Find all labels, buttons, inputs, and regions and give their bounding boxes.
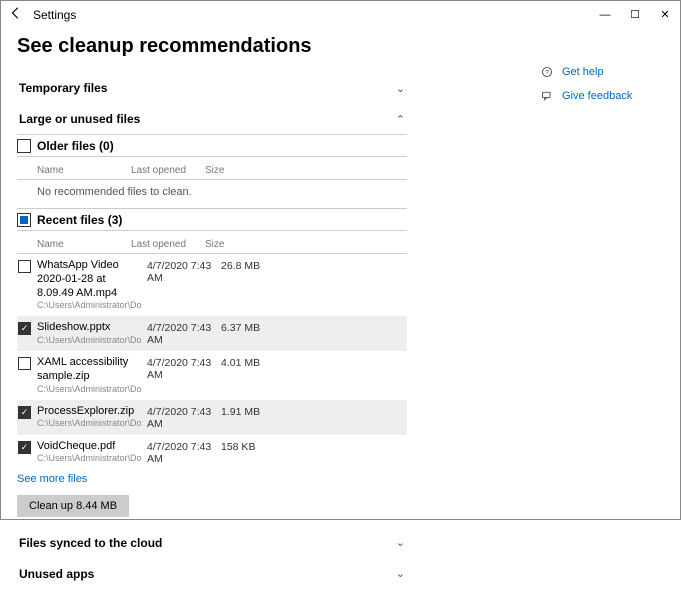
col-name: Name: [37, 165, 131, 176]
section-label: Large or unused files: [19, 112, 140, 126]
app-title: Settings: [31, 8, 590, 22]
file-row[interactable]: WhatsApp Video 2020-01-28 at 8.09.49 AM.…: [17, 254, 407, 316]
get-help-link[interactable]: ? Get help: [538, 65, 668, 79]
file-row[interactable]: ✓ Slideshow.pptxC:\Users\Administrator\Do…: [17, 316, 407, 351]
group-older-files[interactable]: Older files (0): [17, 134, 407, 157]
section-label: Unused apps: [19, 567, 94, 581]
file-checkbox[interactable]: ✓: [18, 322, 31, 335]
titlebar: Settings — ☐ ✕: [1, 1, 680, 29]
window-controls: — ☐ ✕: [590, 1, 680, 29]
maximize-button[interactable]: ☐: [620, 1, 650, 29]
main-panel: See cleanup recommendations Temporary fi…: [17, 35, 407, 589]
file-row[interactable]: ✓ ProcessExplorer.zipC:\Users\Administrat…: [17, 400, 407, 435]
section-label: Files synced to the cloud: [19, 536, 162, 550]
file-name: ProcessExplorer.zip: [37, 405, 141, 419]
col-date: Last opened: [131, 165, 205, 176]
give-feedback-text: Give feedback: [562, 90, 632, 102]
recent-title: Recent files (3): [37, 213, 407, 227]
file-path: C:\Users\Administrator\Downloads: [37, 385, 141, 395]
file-checkbox[interactable]: ✓: [18, 441, 31, 454]
file-checkbox[interactable]: [18, 357, 31, 370]
file-date: 4/7/2020 7:43 AM: [147, 440, 221, 465]
file-path: C:\Users\Administrator\Downloads: [37, 454, 141, 464]
section-unused-apps[interactable]: Unused apps ⌄: [17, 558, 407, 589]
file-checkbox[interactable]: [18, 260, 31, 273]
section-synced-cloud[interactable]: Files synced to the cloud ⌄: [17, 527, 407, 558]
section-label: Temporary files: [19, 81, 107, 95]
close-button[interactable]: ✕: [650, 1, 680, 29]
page-title: See cleanup recommendations: [17, 35, 407, 58]
chevron-down-icon: ⌄: [396, 82, 405, 95]
file-date: 4/7/2020 7:43 AM: [147, 259, 221, 284]
recent-rows: WhatsApp Video 2020-01-28 at 8.09.49 AM.…: [17, 254, 407, 470]
older-columns: Name Last opened Size: [17, 163, 407, 180]
give-feedback-link[interactable]: Give feedback: [538, 89, 668, 103]
svg-text:?: ?: [545, 70, 549, 76]
file-date: 4/7/2020 7:43 AM: [147, 405, 221, 430]
older-master-checkbox[interactable]: [17, 139, 31, 153]
older-title: Older files (0): [37, 139, 407, 153]
help-icon: ?: [538, 65, 556, 79]
file-date: 4/7/2020 7:43 AM: [147, 321, 221, 346]
recent-columns: Name Last opened Size: [17, 237, 407, 254]
file-size: 1.91 MB: [221, 405, 271, 418]
file-size: 26.8 MB: [221, 259, 271, 272]
file-name: Slideshow.pptx: [37, 321, 141, 335]
file-row[interactable]: XAML accessibility sample.zipC:\Users\Ad…: [17, 351, 407, 399]
file-date: 4/7/2020 7:43 AM: [147, 356, 221, 381]
group-recent-files[interactable]: Recent files (3): [17, 208, 407, 231]
sidebar-right: ? Get help Give feedback: [538, 35, 668, 589]
file-name: XAML accessibility sample.zip: [37, 356, 141, 384]
section-temporary-files[interactable]: Temporary files ⌄: [17, 72, 407, 103]
file-size: 6.37 MB: [221, 321, 271, 334]
file-path: C:\Users\Administrator\Downloads: [37, 336, 141, 346]
file-row[interactable]: ✓ VoidCheque.pdfC:\Users\Administrator\Do…: [17, 435, 407, 470]
chevron-down-icon: ⌄: [396, 567, 405, 580]
older-empty-message: No recommended files to clean.: [17, 180, 407, 204]
file-checkbox[interactable]: ✓: [18, 406, 31, 419]
chevron-up-icon: ⌃: [396, 113, 405, 126]
feedback-icon: [538, 89, 556, 103]
file-size: 158 KB: [221, 440, 271, 453]
back-button[interactable]: [1, 1, 31, 29]
col-name: Name: [37, 239, 131, 250]
file-path: C:\Users\Administrator\Downloads: [37, 301, 141, 311]
see-more-link[interactable]: See more files: [17, 470, 407, 491]
recent-master-checkbox[interactable]: [17, 213, 31, 227]
col-size: Size: [205, 165, 245, 176]
file-path: C:\Users\Administrator\Downloads: [37, 419, 141, 429]
section-large-unused-files[interactable]: Large or unused files ⌃ Older files (0) …: [17, 103, 407, 527]
chevron-down-icon: ⌄: [396, 536, 405, 549]
arrow-left-icon: [9, 6, 23, 20]
file-size: 4.01 MB: [221, 356, 271, 369]
get-help-text: Get help: [562, 66, 604, 78]
file-name: WhatsApp Video 2020-01-28 at 8.09.49 AM.…: [37, 259, 141, 300]
col-size: Size: [205, 239, 245, 250]
minimize-button[interactable]: —: [590, 1, 620, 29]
cleanup-button[interactable]: Clean up 8.44 MB: [17, 495, 129, 517]
col-date: Last opened: [131, 239, 205, 250]
file-name: VoidCheque.pdf: [37, 440, 141, 454]
